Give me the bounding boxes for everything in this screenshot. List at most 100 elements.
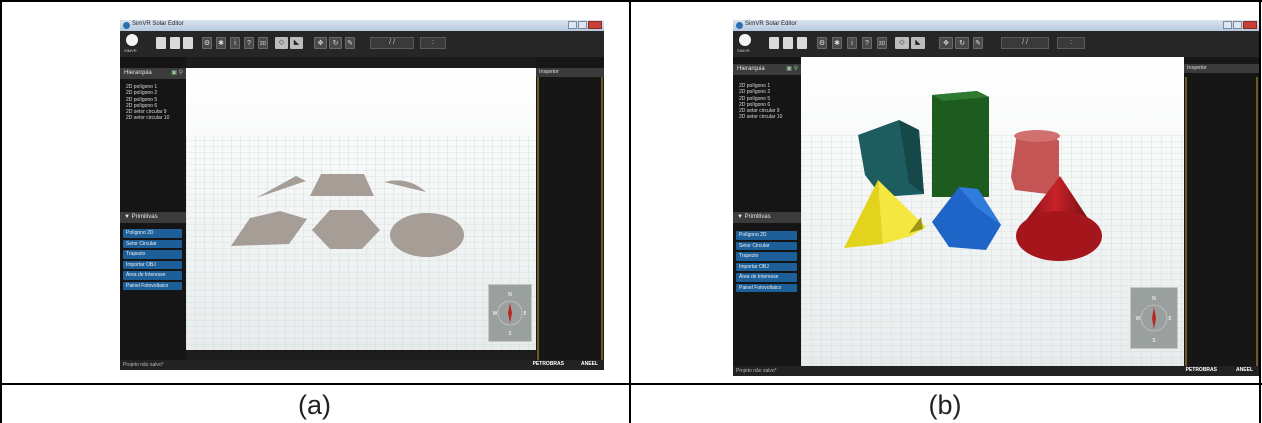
compass-s: S xyxy=(1152,338,1155,344)
scroll-rail[interactable] xyxy=(537,77,539,360)
hierarchy-title: Hierarquia xyxy=(737,66,765,72)
primitives-title: Primitivas xyxy=(131,214,158,220)
open-file-button[interactable] xyxy=(170,37,180,49)
border-caption xyxy=(0,383,1262,385)
move-icon[interactable]: ✥ xyxy=(939,37,953,49)
new-file-button[interactable] xyxy=(156,37,166,49)
primitive-button[interactable]: Área de Interesse xyxy=(123,271,182,280)
left-panel: Hierarquia ▣ ⚲ 2D polígono 1 2D polígono … xyxy=(733,57,801,366)
titlebar: SimVR Solar Editor xyxy=(120,20,604,31)
view-iso-button[interactable]: ◇ xyxy=(275,37,288,49)
info-button[interactable]: i xyxy=(230,37,240,49)
scene xyxy=(801,57,1184,366)
border-right xyxy=(1259,0,1261,423)
toolbar: SIMVR ⚙ ✱ i ? 3D ◇ ◣ ✥ ↻ ✎ / / : xyxy=(120,31,604,57)
sun-icon[interactable]: ✱ xyxy=(216,37,226,49)
view-3d-button[interactable]: 3D xyxy=(877,37,887,49)
compass-w: W xyxy=(1136,316,1141,322)
shape-3d-pink-cylinder[interactable] xyxy=(1011,130,1060,194)
hierarchy-item[interactable]: 2D setor circular 10 xyxy=(126,115,169,121)
shape-2d-trapezoid[interactable] xyxy=(310,174,374,196)
hierarchy-list: 2D polígono 1 2D polígono 2 2D polígono … xyxy=(126,84,169,122)
hierarchy-tools-icon[interactable]: ▣ ⚲ xyxy=(171,68,183,79)
close-button[interactable] xyxy=(1243,21,1257,29)
scroll-rail[interactable] xyxy=(1256,77,1258,366)
date-field[interactable]: / / xyxy=(1001,37,1049,49)
primitive-button[interactable]: Importar OBJ xyxy=(736,262,797,271)
primitives-header[interactable]: ▼ Primitivas xyxy=(120,212,186,223)
primitive-button[interactable]: Polígono 2D xyxy=(123,229,182,238)
compass-s: S xyxy=(508,331,511,337)
primitive-button[interactable]: Polígono 2D xyxy=(736,231,797,240)
hierarchy-title: Hierarquia xyxy=(124,70,152,76)
save-button[interactable] xyxy=(797,37,807,49)
viewport-3d[interactable]: N S E W xyxy=(186,68,536,350)
maximize-button[interactable] xyxy=(1233,21,1242,29)
collapse-icon[interactable]: ▼ xyxy=(124,214,132,220)
status-text: Projeto não salvo* xyxy=(123,362,164,368)
view-iso-button[interactable]: ◇ xyxy=(895,37,909,49)
primitive-button[interactable]: Setor Circular xyxy=(736,241,797,250)
settings-icon[interactable]: ⚙ xyxy=(202,37,212,49)
pencil-icon[interactable]: ✎ xyxy=(973,37,983,49)
toolbar: SIMVR ⚙ ✱ i ? 3D ◇ ◣ ✥ ↻ ✎ / / : xyxy=(733,31,1259,57)
view-perspective-button[interactable]: ◣ xyxy=(911,37,925,49)
compass-rose-icon: N S E W xyxy=(493,292,527,337)
app-window-a: SimVR Solar Editor SIMVR ⚙ ✱ i ? 3D ◇ ◣ … xyxy=(120,20,604,370)
save-button[interactable] xyxy=(183,37,193,49)
compass-w: W xyxy=(493,311,498,317)
status-bar: Projeto não salvo* PETROBRAS ANEEL xyxy=(120,360,604,370)
view-3d-button[interactable]: 3D xyxy=(258,37,268,49)
time-field[interactable]: : xyxy=(420,37,446,49)
shape-3d-green-box[interactable] xyxy=(932,91,989,197)
new-file-button[interactable] xyxy=(769,37,779,49)
rotate-icon[interactable]: ↻ xyxy=(955,37,969,49)
app-logo-icon xyxy=(123,22,130,29)
compass-widget[interactable]: N S E W xyxy=(488,284,532,342)
compass-e: E xyxy=(1168,316,1171,322)
inspector-panel: Inspetor xyxy=(536,57,604,360)
primitives-header[interactable]: ▼ Primitivas xyxy=(733,212,801,223)
border-left xyxy=(0,0,2,423)
rotate-icon[interactable]: ↻ xyxy=(329,37,342,49)
primitive-button[interactable]: Painel Fotovoltaico xyxy=(736,283,797,292)
caption-a: (a) xyxy=(298,390,331,420)
maximize-button[interactable] xyxy=(578,21,587,29)
border-middle xyxy=(629,0,631,423)
minimize-button[interactable] xyxy=(1223,21,1232,29)
hierarchy-tools-icon[interactable]: ▣ ⚲ xyxy=(786,64,798,75)
help-button[interactable]: ? xyxy=(862,37,872,49)
move-icon[interactable]: ✥ xyxy=(314,37,327,49)
info-button[interactable]: i xyxy=(847,37,857,49)
minimize-button[interactable] xyxy=(568,21,577,29)
primitive-button[interactable]: Setor Circular xyxy=(123,239,182,248)
close-button[interactable] xyxy=(588,21,602,29)
shape-2d-ellipse[interactable] xyxy=(390,213,464,257)
primitive-button[interactable]: Painel Fotovoltaico xyxy=(123,281,182,290)
hierarchy-item[interactable]: 2D setor circular 10 xyxy=(739,114,782,120)
brand: SIMVR xyxy=(737,33,755,55)
brand-label: SIMVR xyxy=(737,48,750,53)
help-button[interactable]: ? xyxy=(244,37,254,49)
settings-icon[interactable]: ⚙ xyxy=(817,37,827,49)
time-field[interactable]: : xyxy=(1057,37,1085,49)
collapse-icon[interactable]: ▼ xyxy=(737,214,745,220)
date-field[interactable]: / / xyxy=(370,37,414,49)
primitives-list: Polígono 2D Setor Circular Trapezio Impo… xyxy=(736,231,797,292)
pencil-icon[interactable]: ✎ xyxy=(345,37,355,49)
viewport-3d[interactable]: N S E W xyxy=(801,57,1184,366)
primitive-button[interactable]: Trapezio xyxy=(736,252,797,261)
open-file-button[interactable] xyxy=(783,37,793,49)
aneel-logo: ANEEL xyxy=(581,361,598,367)
primitive-button[interactable]: Trapezio xyxy=(123,250,182,259)
primitive-button[interactable]: Área de Interesse xyxy=(736,273,797,282)
window-title: SimVR Solar Editor xyxy=(132,21,184,27)
sun-icon[interactable]: ✱ xyxy=(832,37,842,49)
scroll-rail[interactable] xyxy=(1185,77,1187,366)
petrobras-logo: PETROBRAS xyxy=(1185,367,1217,373)
view-perspective-button[interactable]: ◣ xyxy=(290,37,303,49)
primitive-button[interactable]: Importar OBJ xyxy=(123,260,182,269)
scroll-rail[interactable] xyxy=(601,77,603,360)
app-window-b: SimVR Solar Editor SIMVR ⚙ ✱ i ? 3D ◇ ◣ … xyxy=(733,20,1259,376)
compass-widget[interactable]: N S E W xyxy=(1130,287,1178,349)
